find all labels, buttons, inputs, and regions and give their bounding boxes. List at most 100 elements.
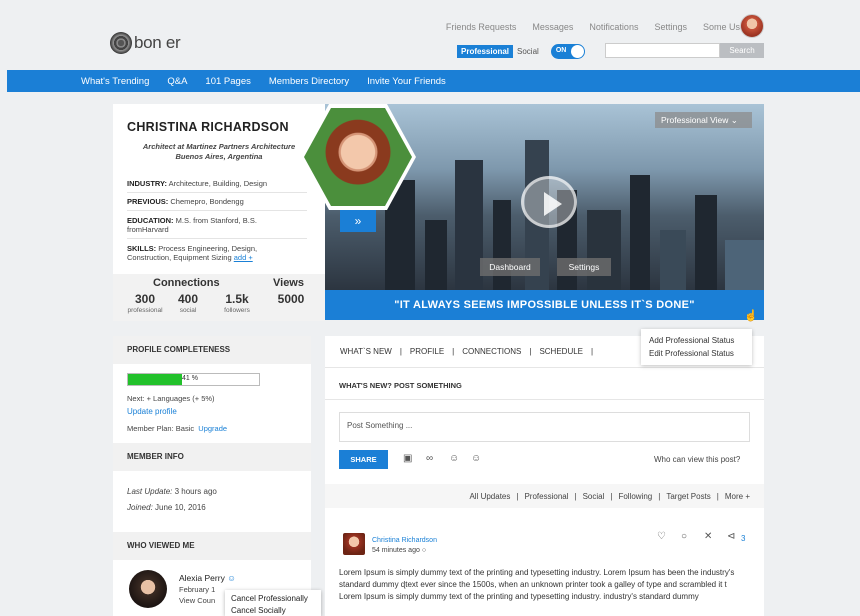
filter-separator: | [658,491,661,501]
last-update-label: Last Update: [127,487,173,496]
nav-101-pages[interactable]: 101 Pages [205,76,250,87]
profile-previous: PREVIOUS: Chemepro, Bondengg [127,197,307,206]
member-plan: Member Plan: Basic Upgrade [127,424,227,433]
viewer-name[interactable]: Alexia Perry ☺ [179,573,236,583]
comment-icon[interactable]: ○ [681,531,687,542]
who-viewed-heading: WHO VIEWED ME [113,532,311,560]
building-shape [695,195,717,290]
filter-target-posts[interactable]: Target Posts [666,492,710,501]
add-skill-link[interactable]: add + [234,253,253,262]
edit-status-item[interactable]: Edit Professional Status [649,347,744,360]
bondqer-logo[interactable]: bon er [110,32,181,54]
heart-icon[interactable]: ♡ [657,531,666,542]
nav-whats-trending[interactable]: What's Trending [81,76,149,87]
post-author-avatar[interactable] [343,533,365,555]
expand-profile-button[interactable]: » [340,210,376,232]
user-add-icon[interactable]: ☺ [227,573,236,583]
professional-count[interactable]: 300 [125,292,165,306]
nav-members-directory[interactable]: Members Directory [269,76,349,87]
share-icon[interactable]: ⊲ [727,531,735,542]
plan-label: Member Plan: Basic [127,424,195,433]
visibility-link[interactable]: Who can view this post? [654,455,740,464]
profile-completeness-heading: PROFILE COMPLETENESS [113,336,311,364]
nav-notifications[interactable]: Notifications [589,22,638,32]
nav-settings[interactable]: Settings [654,22,687,32]
filter-following[interactable]: Following [618,492,652,501]
completeness-progress-bar: 41 % [127,373,260,386]
industry-label: INDUSTRY: [127,179,167,188]
filter-professional[interactable]: Professional [524,492,568,501]
top-header: bon er Friends Requests Messages Notific… [0,0,860,70]
followers-count[interactable]: 1.5k [214,292,260,306]
joined-date: Joined: June 10, 2016 [127,503,206,512]
filter-social[interactable]: Social [583,492,605,501]
tab-separator: | [399,347,402,356]
switch-knob [570,45,584,58]
person-icon[interactable]: ☺ [449,453,459,464]
filter-separator: | [610,491,613,501]
profile-quote: "IT ALWAYS SEEMS IMPOSSIBLE UNLESS IT`S … [325,290,764,320]
viewer-count: View Coun [179,596,216,605]
cancel-socially-item[interactable]: Cancel Socially [231,605,315,616]
viewer-context-menu: Cancel Professionally Cancel Socially [225,590,321,616]
nav-friends-requests[interactable]: Friends Requests [446,22,517,32]
switch-state: ON [555,47,567,54]
professional-view-dropdown[interactable]: Professional View ⌄ [655,112,752,128]
mode-social[interactable]: Social [517,47,539,56]
tab-profile[interactable]: PROFILE [410,347,444,356]
nav-messages[interactable]: Messages [532,22,573,32]
tab-separator: | [452,347,455,356]
filter-more[interactable]: More + [725,492,750,501]
viewer-avatar[interactable] [129,570,167,608]
emoji-icon[interactable]: ☺ [471,453,481,464]
tab-schedule[interactable]: SCHEDULE [539,347,583,356]
skills-label: SKILLS: [127,244,157,253]
image-icon[interactable]: ▣ [403,453,412,464]
logo-text: bon er [134,33,181,52]
connections-heading: Connections [153,277,220,289]
skills-value-2: Construction, Equipment Sizing [127,253,232,262]
dashboard-button[interactable]: Dashboard [480,258,540,276]
user-avatar[interactable] [740,14,764,38]
search-button[interactable]: Search [720,43,764,58]
share-button[interactable]: SHARE [339,450,388,469]
cursor-icon: ☝ [744,310,758,322]
upgrade-link[interactable]: Upgrade [198,424,227,433]
viewer-name-text: Alexia Perry [179,573,225,583]
mode-switch[interactable]: ON [550,44,585,59]
education-label: EDUCATION: [127,216,174,225]
previous-label: PREVIOUS: [127,197,169,206]
building-shape [425,220,447,290]
divider [127,238,307,239]
post-time-text: 54 minutes ago [372,547,420,554]
view-dropdown-label: Professional View [661,115,729,125]
building-shape [493,200,511,290]
link-icon[interactable]: ∞ [426,453,433,464]
nav-qa[interactable]: Q&A [167,76,187,87]
post-body: Lorem Ipsum is simply dummy text of the … [339,568,735,601]
industry-value: Architecture, Building, Design [168,179,268,188]
cancel-professionally-item[interactable]: Cancel Professionally [231,593,315,605]
post-time: 54 minutes ago ○ [372,547,426,554]
tab-connections[interactable]: CONNECTIONS [462,347,521,356]
update-profile-link[interactable]: Update profile [127,407,177,416]
comment-bubble-icon: ○ [421,547,427,554]
social-count[interactable]: 400 [168,292,208,306]
play-video-button[interactable] [521,176,577,228]
post-input[interactable]: Post Something ... [339,412,750,442]
close-icon[interactable]: ✕ [704,531,712,542]
profile-title: Architect at Martinez Partners Architect… [127,142,311,162]
education-value-2: fromHarvard [127,225,169,234]
tab-whats-new[interactable]: WHAT`S NEW [340,347,392,356]
search-input[interactable] [605,43,720,58]
nav-invite-friends[interactable]: Invite Your Friends [367,76,446,87]
filter-all-updates[interactable]: All Updates [469,492,510,501]
profile-job: Architect at Martinez Partners Architect… [142,142,296,151]
status-popup: Add Professional Status Edit Professiona… [641,329,752,365]
mode-professional[interactable]: Professional [457,45,514,58]
settings-button[interactable]: Settings [557,258,611,276]
divider [127,210,307,211]
post-author-name[interactable]: Christina Richardson [372,537,437,544]
divider [325,399,764,400]
add-status-item[interactable]: Add Professional Status [649,334,744,347]
